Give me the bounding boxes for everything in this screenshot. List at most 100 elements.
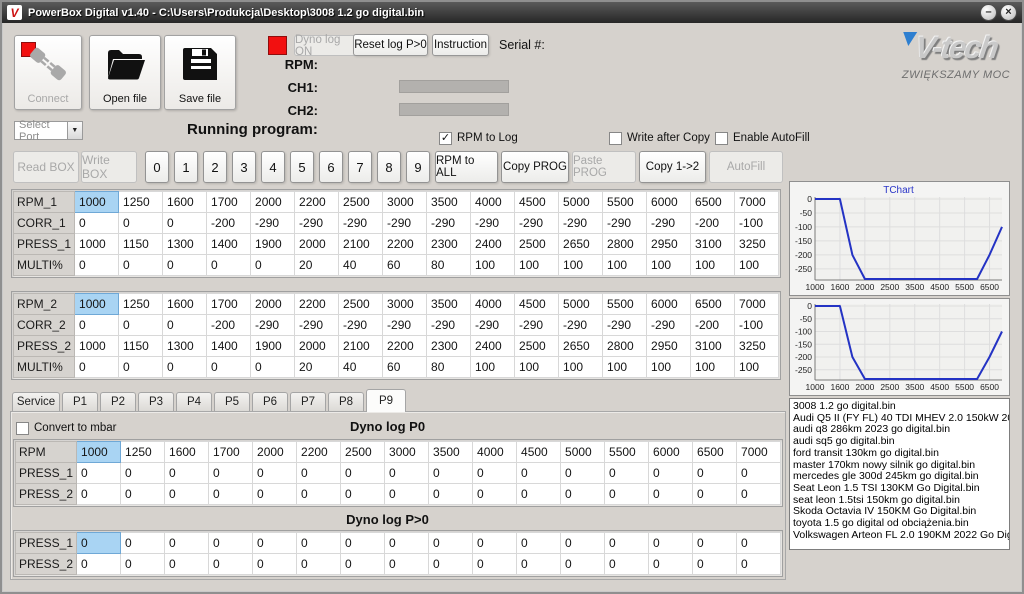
grid-cell[interactable]: 0 [165,533,209,554]
tab-p4[interactable]: P4 [176,392,212,411]
grid-cell[interactable]: 5000 [559,192,603,213]
grid-cell[interactable]: 2200 [295,192,339,213]
grid-cell[interactable]: 0 [121,554,165,575]
grid-cell[interactable]: 2650 [559,234,603,255]
grid-cell[interactable]: 7000 [735,294,779,315]
grid-cell[interactable]: 6000 [649,442,693,463]
grid-cell[interactable]: 0 [121,463,165,484]
grid-cell[interactable]: 0 [253,533,297,554]
grid-cell[interactable]: 1150 [119,336,163,357]
grid-cell[interactable]: 2000 [253,442,297,463]
grid-cell[interactable]: 0 [341,484,385,505]
grid-cell[interactable]: 1300 [163,234,207,255]
grid-cell[interactable]: -290 [603,315,647,336]
reset-log-button[interactable]: Reset log P>0 [353,34,428,56]
digit-8-button[interactable]: 8 [377,151,401,183]
grid-cell[interactable]: 20 [295,255,339,276]
grid-cell[interactable]: 1000 [75,336,119,357]
grid-cell[interactable]: 3500 [429,442,473,463]
grid-cell[interactable]: 0 [251,357,295,378]
checkbox-box[interactable]: ✓ [439,132,452,145]
digit-3-button[interactable]: 3 [232,151,256,183]
grid-cell[interactable]: 0 [429,463,473,484]
write-after-copy-checkbox[interactable]: Write after Copy [609,131,710,145]
save-file-button[interactable]: Save file [164,35,236,110]
grid-cell[interactable]: 0 [163,255,207,276]
file-list-item[interactable]: Seat Leon 1.5 TSI 130KM Go Digital.bin [793,483,1009,495]
grid-cell[interactable]: 3500 [427,294,471,315]
grid-cell[interactable]: -290 [603,213,647,234]
grid-cell[interactable]: 0 [163,315,207,336]
grid-cell[interactable]: 2200 [295,294,339,315]
grid-cell[interactable]: 1250 [121,442,165,463]
digit-6-button[interactable]: 6 [319,151,343,183]
digit-1-button[interactable]: 1 [174,151,198,183]
grid-cell[interactable]: 100 [603,255,647,276]
grid-cell[interactable]: 2400 [471,234,515,255]
grid-cell[interactable]: 0 [561,463,605,484]
grid-cell[interactable]: 1600 [163,192,207,213]
grid-cell[interactable]: -290 [647,315,691,336]
grid-cell[interactable]: 4000 [471,192,515,213]
grid-cell[interactable]: 100 [559,255,603,276]
grid-cell[interactable]: 5500 [603,192,647,213]
digit-5-button[interactable]: 5 [290,151,314,183]
grid-cell[interactable]: 60 [383,357,427,378]
grid-cell[interactable]: 0 [207,357,251,378]
digit-4-button[interactable]: 4 [261,151,285,183]
grid-cell[interactable]: -290 [515,213,559,234]
grid-cell[interactable]: 3100 [691,336,735,357]
grid-cell[interactable]: 100 [515,357,559,378]
grid-cell[interactable]: 6000 [647,192,691,213]
grid-cell[interactable]: 2000 [295,336,339,357]
grid-cell[interactable]: 6000 [647,294,691,315]
tab-p7[interactable]: P7 [290,392,326,411]
tab-p8[interactable]: P8 [328,392,364,411]
grid-cell[interactable]: -290 [559,315,603,336]
grid-cell[interactable]: 1400 [207,234,251,255]
grid-cell[interactable]: 100 [471,255,515,276]
grid-cell[interactable]: 3000 [385,442,429,463]
grid-cell[interactable]: 0 [737,463,781,484]
grid-cell[interactable]: 2300 [427,336,471,357]
grid-cell[interactable]: 2950 [647,336,691,357]
grid-cell[interactable]: 0 [341,533,385,554]
grid-cell[interactable]: 0 [693,554,737,575]
grid-cell[interactable]: 0 [517,554,561,575]
grid-cell[interactable]: 0 [517,484,561,505]
grid-cell[interactable]: 0 [385,484,429,505]
grid-cell[interactable]: 0 [119,213,163,234]
grid-cell[interactable]: 0 [517,463,561,484]
grid-cell[interactable]: 1300 [163,336,207,357]
grid-cell[interactable]: 3000 [383,294,427,315]
grid-cell[interactable]: 0 [163,213,207,234]
grid-cell[interactable]: 0 [77,533,121,554]
grid-cell[interactable]: 0 [517,533,561,554]
grid-cell[interactable]: -200 [207,213,251,234]
grid-cell[interactable]: 1900 [251,336,295,357]
grid-cell[interactable]: -290 [515,315,559,336]
grid-cell[interactable]: 5000 [559,294,603,315]
digit-9-button[interactable]: 9 [406,151,430,183]
tab-p2[interactable]: P2 [100,392,136,411]
grid-cell[interactable]: 0 [693,463,737,484]
grid-cell[interactable]: 4500 [517,442,561,463]
grid-cell[interactable]: -290 [471,315,515,336]
grid-cell[interactable]: 60 [383,255,427,276]
enable-autofill-checkbox[interactable]: Enable AutoFill [715,131,810,145]
grid-cell[interactable]: 100 [559,357,603,378]
grid-cell[interactable]: 20 [295,357,339,378]
grid-cell[interactable]: 100 [471,357,515,378]
grid-cell[interactable]: -290 [251,315,295,336]
grid-cell[interactable]: 0 [253,554,297,575]
grid-cell[interactable]: 1900 [251,234,295,255]
file-list-item[interactable]: ford transit 130km go digital.bin [793,448,1009,460]
grid-cell[interactable]: 0 [385,554,429,575]
grid-cell[interactable]: 4500 [515,192,559,213]
grid-cell[interactable]: 6500 [691,192,735,213]
tab-p1[interactable]: P1 [62,392,98,411]
digit-0-button[interactable]: 0 [145,151,169,183]
grid-cell[interactable]: 0 [429,554,473,575]
grid-cell[interactable]: 5500 [605,442,649,463]
grid-cell[interactable]: -100 [735,315,779,336]
